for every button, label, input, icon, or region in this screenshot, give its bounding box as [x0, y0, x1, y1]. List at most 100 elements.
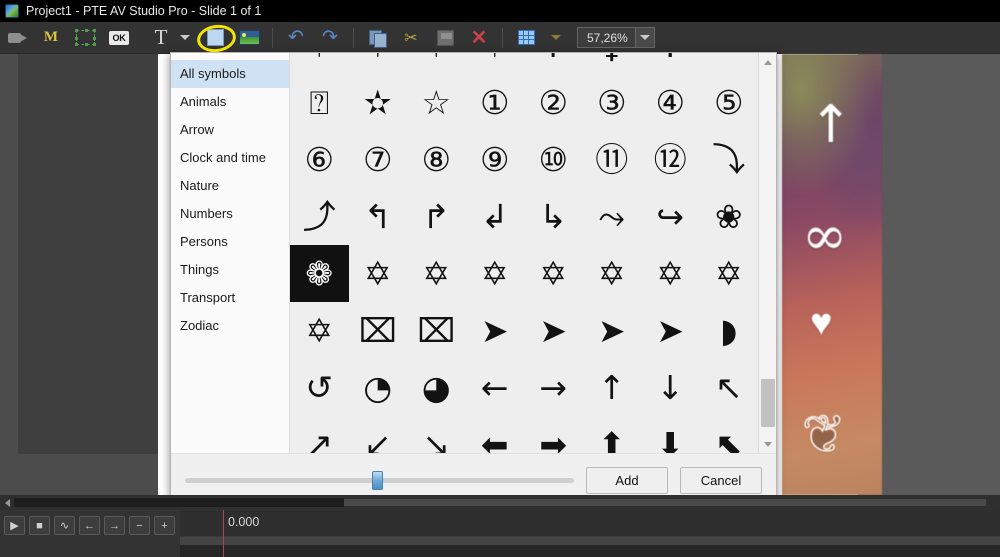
- symbol-grid-scrollbar[interactable]: [758, 53, 776, 453]
- symbol-knot-3[interactable]: ✡: [466, 245, 525, 302]
- cancel-button[interactable]: Cancel: [680, 467, 762, 494]
- symbol-pointer-left[interactable]: ➤: [466, 302, 525, 359]
- symbol-circled-star-filled[interactable]: ✫: [349, 74, 408, 131]
- horizontal-scrollbar[interactable]: [0, 495, 1000, 510]
- symbol-arrow-hook-right[interactable]: ↪: [641, 188, 700, 245]
- symbol-arrow-turn-up-left[interactable]: ↰: [349, 188, 408, 245]
- symbol-clock-twelve[interactable]: ⑫: [641, 131, 700, 188]
- symbol-pointer-right[interactable]: ➤: [524, 302, 583, 359]
- symbol-category-list[interactable]: All symbols Animals Arrow Clock and time…: [171, 53, 290, 453]
- slider-handle[interactable]: [372, 471, 383, 490]
- image-tool-icon[interactable]: [232, 24, 266, 52]
- symbol-pitchfork-4[interactable]: ⑂: [466, 53, 525, 74]
- symbol-arrow-down-thin[interactable]: ↓: [641, 359, 700, 416]
- symbol-arrow-turn-up-right[interactable]: ↱: [407, 188, 466, 245]
- symbol-arrow-left-bold[interactable]: ⬅: [466, 416, 525, 453]
- sidebar-item-numbers[interactable]: Numbers: [171, 200, 289, 228]
- symbol-clock-seven[interactable]: ⑦: [349, 131, 408, 188]
- symbol-circle-arrow-down[interactable]: ◕: [407, 359, 466, 416]
- symbol-knot-7[interactable]: ✡: [700, 245, 759, 302]
- symbol-clock-nine[interactable]: ⑨: [466, 131, 525, 188]
- waveform-button[interactable]: ∿: [54, 516, 75, 535]
- stop-button[interactable]: ■: [29, 516, 50, 535]
- symbol-arrow-up-bold[interactable]: ⬆: [583, 416, 642, 453]
- copy-icon[interactable]: [360, 24, 394, 52]
- symbol-x-in-banner-right[interactable]: ⌧: [407, 302, 466, 359]
- selection-box-icon[interactable]: [68, 24, 102, 52]
- symbol-arrow-up-left-thin[interactable]: ↖: [700, 359, 759, 416]
- sidebar-item-arrow[interactable]: Arrow: [171, 116, 289, 144]
- symbol-arrow-down-left-thin[interactable]: ↙: [349, 416, 408, 453]
- cut-scissors-icon[interactable]: ✂: [394, 24, 428, 52]
- symbol-clock-six[interactable]: ⑥: [290, 131, 349, 188]
- redo-icon[interactable]: ↷: [313, 24, 347, 52]
- symbol-knot-4[interactable]: ✡: [524, 245, 583, 302]
- symbol-star-outline[interactable]: ☆: [407, 74, 466, 131]
- symbol-arrow-wave-right[interactable]: ⤳: [583, 188, 642, 245]
- symbol-arrow-turn-down-right[interactable]: ↳: [524, 188, 583, 245]
- symbol-x-in-banner-left[interactable]: ⌧: [349, 302, 408, 359]
- sidebar-item-animals[interactable]: Animals: [171, 88, 289, 116]
- grid-dropdown-arrow[interactable]: [543, 24, 569, 52]
- symbol-cross-1[interactable]: ☨: [524, 53, 583, 74]
- symbol-clock-four[interactable]: ④: [641, 74, 700, 131]
- scroll-up-arrow-icon[interactable]: [759, 53, 776, 71]
- symbol-half-circle-arrow[interactable]: ◗: [700, 302, 759, 359]
- symbol-arrow-right-thin[interactable]: →: [524, 359, 583, 416]
- symbol-arrow-down-right-thin[interactable]: ↘: [407, 416, 466, 453]
- symbol-floral-heart[interactable]: ❀: [700, 188, 759, 245]
- sidebar-item-clock-and-time[interactable]: Clock and time: [171, 144, 289, 172]
- symbol-circle-arrow-up[interactable]: ◔: [349, 359, 408, 416]
- scroll-left-arrow-icon[interactable]: [0, 499, 14, 507]
- symbol-knot-6[interactable]: ✡: [641, 245, 700, 302]
- symbol-venus[interactable]: ♀: [583, 53, 642, 74]
- symbol-knot-8[interactable]: ✡: [290, 302, 349, 359]
- symbol-clock-ten[interactable]: ⑩: [524, 131, 583, 188]
- sidebar-item-things[interactable]: Things: [171, 256, 289, 284]
- mask-m-icon[interactable]: M: [34, 24, 68, 52]
- symbol-knot-box-filled[interactable]: ❁: [290, 245, 349, 302]
- symbol-arrow-right-bold[interactable]: ➡: [524, 416, 583, 453]
- symbol-upsilon[interactable]: Υ: [641, 53, 700, 74]
- symbol-pitchfork-1[interactable]: ⑂: [290, 53, 349, 74]
- grid-icon[interactable]: [509, 24, 543, 52]
- symbol-arrow-up-right-thin[interactable]: ↗: [290, 416, 349, 453]
- symbol-arrow-turn-down-left[interactable]: ↲: [466, 188, 525, 245]
- sidebar-item-persons[interactable]: Persons: [171, 228, 289, 256]
- symbol-arrow-up-left-bold[interactable]: ⬉: [700, 416, 759, 453]
- sidebar-item-zodiac[interactable]: Zodiac: [171, 312, 289, 340]
- symbol-arrow-left-thin[interactable]: ←: [466, 359, 525, 416]
- next-button[interactable]: →: [104, 516, 125, 535]
- symbol-knot-1[interactable]: ✡: [349, 245, 408, 302]
- slide-preview-thumbnail[interactable]: ↑ ∞ ♥ ❦: [782, 54, 882, 495]
- hscroll-thumb[interactable]: [14, 498, 344, 507]
- symbol-size-slider[interactable]: [185, 471, 574, 491]
- symbol-knot-2[interactable]: ✡: [407, 245, 466, 302]
- video-camera-icon[interactable]: [0, 24, 34, 52]
- zoom-dropdown-arrow[interactable]: [635, 28, 654, 47]
- paste-icon[interactable]: [428, 24, 462, 52]
- zoom-in-button[interactable]: +: [154, 516, 175, 535]
- insert-symbol-dialog[interactable]: All symbols Animals Arrow Clock and time…: [170, 52, 777, 508]
- text-tool-dropdown-arrow[interactable]: [172, 24, 198, 52]
- undo-icon[interactable]: ↶: [279, 24, 313, 52]
- symbol-clock-two[interactable]: ②: [524, 74, 583, 131]
- scroll-down-arrow-icon[interactable]: [759, 435, 776, 453]
- symbol-arrow-up-right-curve[interactable]: ⤴: [290, 188, 349, 245]
- symbol-arrow-up-thin[interactable]: ↑: [583, 359, 642, 416]
- play-button[interactable]: ▶: [4, 516, 25, 535]
- rectangle-tool-icon[interactable]: [198, 24, 232, 52]
- sidebar-item-transport[interactable]: Transport: [171, 284, 289, 312]
- symbol-pointer-down[interactable]: ➤: [641, 302, 700, 359]
- scrollbar-thumb[interactable]: [761, 379, 775, 427]
- symbol-pitchfork-3[interactable]: ⑂: [407, 53, 466, 74]
- sidebar-item-all-symbols[interactable]: All symbols: [171, 60, 289, 88]
- symbol-pitchfork-2[interactable]: ⑂: [349, 53, 408, 74]
- symbol-question-diamond[interactable]: ⍰: [290, 74, 349, 131]
- symbol-clock-one[interactable]: ①: [466, 74, 525, 131]
- zoom-level-combobox[interactable]: 57,26%: [577, 27, 655, 48]
- symbol-pointer-up[interactable]: ➤: [583, 302, 642, 359]
- symbol-arc[interactable]: ⌒: [700, 53, 759, 74]
- previous-button[interactable]: ←: [79, 516, 100, 535]
- symbol-clock-three[interactable]: ③: [583, 74, 642, 131]
